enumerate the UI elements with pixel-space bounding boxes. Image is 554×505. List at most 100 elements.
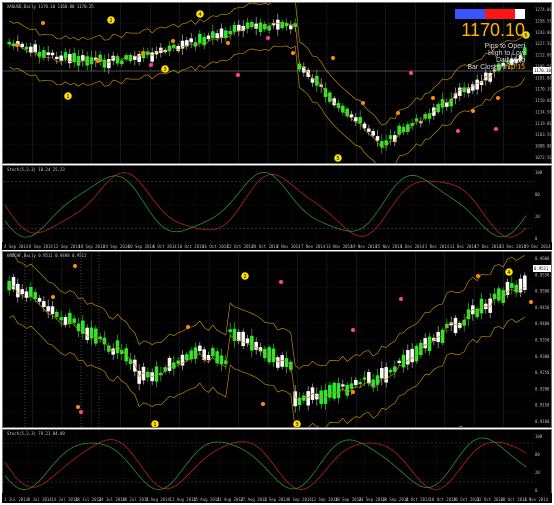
signal-dot-orange	[171, 39, 175, 43]
top-date-labels: 4 Sep 2014 8 Sep 2014 12 Sep 201418 Sep 20…	[4, 244, 551, 249]
candle-bull	[510, 283, 514, 288]
candle-bear	[55, 56, 59, 60]
top-date-label: 8 Sep 2014	[29, 244, 54, 249]
candle-bull	[189, 350, 193, 360]
signal-dot-orange	[15, 43, 19, 47]
signal-dot-orange	[51, 295, 55, 299]
candle-bear	[375, 136, 380, 141]
candle-bull	[349, 383, 354, 389]
candle-bull	[250, 335, 254, 351]
top-date-label: 18 Sep 2014	[78, 244, 105, 249]
candle-bear	[237, 24, 241, 32]
top-date-label: 16 Oct 2014	[202, 244, 229, 249]
candle-bear	[276, 357, 280, 368]
gold-stochastic-pane[interactable]: Stoch(5,3,3) 18.24 25.23 100 80 20 0	[2, 165, 552, 243]
usdchf-candles[interactable]: 0.9600 0.9550 0.9500 0.9450 0.9400 0.9350 0.93…	[3, 252, 552, 428]
candle-bull	[120, 60, 124, 65]
candle-bull	[358, 382, 362, 385]
signal-dot-orange	[76, 405, 80, 409]
candle-bear	[241, 331, 245, 347]
candle-bull	[72, 318, 76, 323]
candle-bear	[354, 117, 358, 122]
candle-bear	[16, 283, 20, 298]
gold-price-scale-label: 1072.50	[535, 155, 552, 160]
bollinger-band	[9, 253, 525, 369]
bottom-date-label: 6 Oct 2014	[406, 497, 431, 502]
candle-bear	[206, 35, 211, 40]
candle-bull	[388, 369, 393, 373]
candle-bull	[89, 327, 94, 339]
top-date-label: 11 Dec 2014	[450, 244, 477, 249]
bottom-date-labels: 1 Jul 2014 8 Jul 2014 14 Jul 201418 Jul 20…	[4, 497, 549, 502]
gold-price-scale-label: 1212.00	[535, 53, 552, 58]
top-date-label: 19 Nov 2014	[351, 244, 378, 249]
candle-bull	[102, 59, 107, 68]
usdchf-price-scale-label: 0.9550	[535, 272, 550, 277]
candle-bear	[215, 33, 219, 39]
signal-dot-pink	[266, 36, 270, 40]
usdchf-price-chart[interactable]: USDCHF,Daily 0.9511 0.9498 0.9512 0.9600…	[2, 251, 552, 428]
usdchf-price-scale-label: 0.9350	[535, 338, 550, 343]
candle-bear	[167, 357, 172, 371]
candle-bear	[29, 46, 33, 53]
candle-bear	[206, 354, 211, 360]
bottom-date-label: 8 Jul 2014	[28, 497, 53, 502]
signal-badge-number: 3	[295, 422, 298, 428]
candle-bull	[466, 309, 471, 320]
signal-badge-number: 4	[507, 270, 510, 276]
info-current-price: 1170.10	[461, 20, 525, 40]
top-date-label: 6 Oct 2014	[153, 244, 178, 249]
candle-bear	[341, 384, 345, 387]
candle-bear	[380, 368, 384, 379]
signal-dot-pink	[399, 297, 403, 301]
candle-bear	[254, 23, 258, 29]
candle-bear	[432, 107, 436, 116]
candle-bear	[367, 128, 371, 132]
signal-dot-orange	[73, 264, 77, 268]
usdchf-price-scale-label: 0.9100	[535, 419, 550, 424]
candle-bear	[24, 291, 29, 298]
signal-dot-pink	[279, 280, 283, 284]
candle-bear	[397, 360, 401, 363]
gold-price-scale-label: 1258.50	[535, 18, 552, 23]
top-date-label: 30 Sep 2014	[128, 244, 155, 249]
signal-dot-pink	[351, 328, 355, 332]
candle-bear	[20, 43, 24, 48]
top-date-label: 25 Nov 2014	[375, 244, 402, 249]
candle-bull	[29, 286, 33, 297]
candle-bull	[211, 348, 215, 357]
candle-bull	[219, 355, 224, 365]
usdchf-price-scale-label: 0.9450	[535, 305, 550, 310]
info-high-to-low: High to Low	[488, 50, 525, 57]
candle-bear	[245, 338, 250, 344]
candle-bull	[232, 24, 237, 32]
candle-bear	[276, 19, 280, 30]
candle-bull	[63, 52, 68, 59]
candle-bull	[362, 377, 367, 380]
top-date-label: 7 Nov 2014	[301, 244, 326, 249]
signal-dot-orange	[529, 300, 533, 304]
signal-badge-number: 3	[163, 67, 166, 73]
signal-dot-orange	[476, 274, 480, 278]
top-date-label: 10 Oct 2014	[177, 244, 204, 249]
top-date-label: 23 Dec 2014	[499, 244, 526, 249]
candle-bull	[427, 336, 432, 352]
signal-dot-pink	[149, 63, 153, 67]
candle-bull	[336, 383, 341, 399]
signal-dot-orange	[471, 109, 475, 113]
candle-bull	[388, 135, 393, 140]
candle-bull	[341, 105, 345, 113]
usdchf-stochastic-pane[interactable]: Stoch(5,3,3) 79.21 84.09 100 80 20 0	[2, 429, 552, 494]
gold-price-chart[interactable]: XAUUSD,Daily 1170.10 1168.80 1170.25 127…	[2, 2, 552, 164]
gold-stochastic-lines: 100 80 20 0	[3, 166, 543, 242]
gold-price-scale-label: 1181.00	[535, 75, 552, 80]
candle-bull	[211, 31, 215, 39]
candle-bull	[358, 117, 362, 124]
usdchf-stoch-scale-label: 100	[535, 434, 543, 439]
usdchf-price-scale-label: 0.9200	[535, 386, 550, 391]
signal-badge-number: 1	[66, 94, 69, 100]
top-date-label: 24 Sep 2014	[103, 244, 130, 249]
price-info-panel: 1170.10 Pips to Open High to Low Daily A…	[425, 9, 525, 71]
candle-bear	[20, 289, 24, 295]
gold-price-scale-label: 1119.00	[535, 121, 552, 126]
